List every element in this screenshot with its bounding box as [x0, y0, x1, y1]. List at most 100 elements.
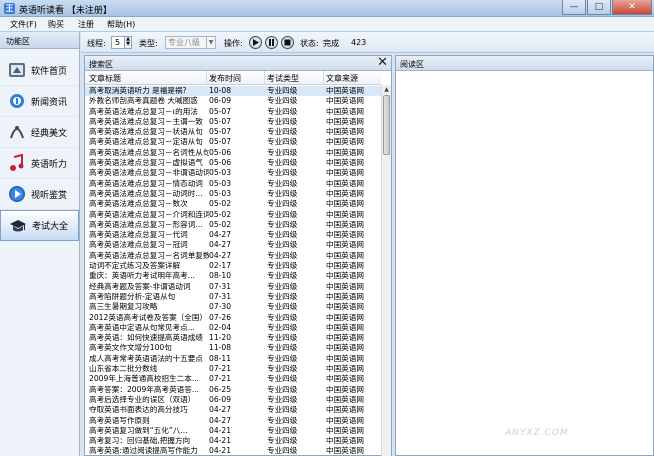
close-button[interactable]: ✕	[612, 0, 652, 15]
table-row[interactable]: 高考英语复习做到“五化”八... 04-21 专业四级 中国英语网	[85, 426, 381, 436]
table-row[interactable]: 高考英语法难点总复习－冠词 04-27 专业四级 中国英语网	[85, 240, 381, 250]
table-row[interactable]: 高考后选择专业的误区（双语） 06-09 专业四级 中国英语网	[85, 395, 381, 405]
table-row[interactable]: 高考英语法难点总复习－非谓语动词 05-03 专业四级 中国英语网	[85, 168, 381, 178]
cell-title: 高考英语法难点总复习－冠词	[89, 240, 188, 250]
cell-type: 专业四级	[267, 271, 298, 281]
scroll-thumb[interactable]	[383, 95, 390, 155]
table-row[interactable]: 高考英文作文增分100句 11-08 专业四级 中国英语网	[85, 343, 381, 353]
article-icon	[8, 123, 26, 141]
cell-type: 专业四级	[267, 394, 298, 404]
table-row[interactable]: 高考英语法难点总复习－情态动词 05-03 专业四级 中国英语网	[85, 179, 381, 189]
maximize-button[interactable]: □	[587, 0, 611, 15]
table-row[interactable]: 高考英语法难点总复习－虚拟语气 05-06 专业四级 中国英语网	[85, 158, 381, 168]
exam-type-select[interactable]: 专业八级 ▼	[165, 36, 216, 49]
table-row[interactable]: 2009年上海普通高校招生二本... 07-21 专业四级 中国英语网	[85, 374, 381, 384]
table-row[interactable]: 高考英语法难点总复习－状语从句 05-07 专业四级 中国英语网	[85, 127, 381, 137]
column-header-source[interactable]: 文章来源	[326, 73, 358, 84]
table-row[interactable]: 高考取消英语听力 是福是祸? 10-08 专业四级 中国英语网	[85, 86, 381, 97]
table-row[interactable]: 动词不定式练习及答案详解 02-17 专业四级 中国英语网	[85, 261, 381, 271]
vertical-scrollbar[interactable]: ▲	[381, 85, 391, 456]
stepper-arrows-icon[interactable]: ▲ ▼	[124, 37, 131, 48]
table-row[interactable]: 高考英语法难点总复习－ι的用法 05-07 专业四级 中国英语网	[85, 107, 381, 117]
cell-title: 高考答案：2009年高考英语答...	[89, 384, 200, 394]
sidebar-item-home[interactable]: 软件首页	[0, 55, 79, 86]
table-row[interactable]: 夺取英语书面表达的高分技巧 04-27 专业四级 中国英语网	[85, 405, 381, 415]
cell-date: 05-02	[209, 199, 232, 209]
play-button[interactable]	[249, 36, 262, 49]
cell-title: 动词不定式练习及答案详解	[89, 261, 181, 271]
stop-icon	[284, 39, 291, 46]
threads-stepper[interactable]: 5 ▲ ▼	[111, 36, 132, 49]
column-divider[interactable]	[264, 71, 265, 85]
sidebar-item-video[interactable]: 视听鉴赏	[0, 179, 79, 210]
cell-date: 07-31	[209, 291, 232, 301]
app-icon: 王	[4, 3, 15, 14]
table-row[interactable]: 高考英语法难点总复习－代词 04-27 专业四级 中国英语网	[85, 230, 381, 240]
cell-type: 专业四级	[267, 302, 298, 312]
cell-title: 高考后选择专业的误区（双语）	[89, 394, 196, 404]
column-divider[interactable]	[323, 71, 324, 85]
stop-button[interactable]	[281, 36, 294, 49]
cell-source: 中国英语网	[326, 219, 364, 229]
table-row[interactable]: 高考复习：回归基础,把握方向 04-21 专业四级 中国英语网	[85, 436, 381, 446]
table-row[interactable]: 高三生暑期复习攻略 07-30 专业四级 中国英语网	[85, 302, 381, 312]
menu-register[interactable]: 注册	[78, 19, 94, 30]
sidebar-item-news[interactable]: 新闻资讯	[0, 86, 79, 117]
cell-source: 中国英语网	[326, 364, 364, 374]
cell-title: 高考英语法难点总复习－动词时...	[89, 188, 203, 198]
table-row[interactable]: 高考英语写作原则 04-27 专业四级 中国英语网	[85, 416, 381, 426]
table-header: 文章标题 发布时间 考试类型 文章来源	[85, 71, 381, 85]
sidebar-item-articles[interactable]: 经典美文	[0, 117, 79, 148]
cell-source: 中国英语网	[326, 127, 364, 137]
table-row[interactable]: 成人高考常考英语语法的十五要点 08-11 专业四级 中国英语网	[85, 354, 381, 364]
table-row[interactable]: 高考英语法难点总复习－动词时... 05-03 专业四级 中国英语网	[85, 189, 381, 199]
minimize-button[interactable]: —	[562, 0, 586, 15]
cell-date: 06-09	[209, 96, 232, 106]
scroll-up-icon[interactable]: ▲	[382, 85, 391, 94]
cell-type: 专业四级	[267, 333, 298, 343]
home-icon	[8, 61, 26, 79]
menu-buy[interactable]: 购买	[48, 19, 64, 30]
pause-button[interactable]	[265, 36, 278, 49]
cell-source: 中国英语网	[326, 384, 364, 394]
table-row[interactable]: 高考陷阱题分析-定语从句 07-31 专业四级 中国英语网	[85, 292, 381, 302]
cell-title: 高考英语中定语从句常见考点...	[89, 322, 195, 332]
table-row[interactable]: 高考英语法难点总复习－数次 05-02 专业四级 中国英语网	[85, 199, 381, 209]
cell-source: 中国英语网	[326, 353, 364, 363]
table-row[interactable]: 重庆：英语听力考试明年高考... 08-10 专业四级 中国英语网	[85, 271, 381, 281]
cell-type: 专业四级	[267, 127, 298, 137]
cell-date: 08-11	[209, 353, 232, 363]
table-row[interactable]: 山东省本二批分数线 07-21 专业四级 中国英语网	[85, 364, 381, 374]
column-header-date[interactable]: 发布时间	[209, 73, 241, 84]
cell-type: 专业四级	[267, 425, 298, 435]
menu-file[interactable]: 文件(F)	[10, 19, 37, 30]
cell-title: 高考英语写作原则	[89, 415, 150, 425]
cell-date: 04-27	[209, 405, 232, 415]
cell-date: 05-03	[209, 178, 232, 188]
table-row[interactable]: 2012英语高考试卷及答案（全国） 07-26 专业四级 中国英语网	[85, 313, 381, 323]
cell-type: 专业四级	[267, 364, 298, 374]
table-row[interactable]: 高考答案：2009年高考英语答... 06-25 专业四级 中国英语网	[85, 385, 381, 395]
close-icon[interactable]: ✕	[377, 56, 388, 69]
title-bar[interactable]: 王 英语听读看 【未注册】 — □ ✕	[0, 0, 654, 17]
cell-type: 专业四级	[267, 188, 298, 198]
table-row[interactable]: 高考英语法难点总复习－介词和连词 05-02 专业四级 中国英语网	[85, 210, 381, 220]
sidebar-item-listening[interactable]: 英语听力	[0, 148, 79, 179]
table-row[interactable]: 经典高考题及答案-非谓语动词 07-31 专业四级 中国英语网	[85, 282, 381, 292]
table-row[interactable]: 高考英语法难点总复习－名词性从句 05-06 专业四级 中国英语网	[85, 148, 381, 158]
table-row[interactable]: 高考英语:通过阅读提高写作能力 04-21 专业四级 中国英语网	[85, 446, 381, 456]
table-row[interactable]: 高考英语：如何快速提高英语成绩 11-20 专业四级 中国英语网	[85, 333, 381, 343]
table-row[interactable]: 高考英语中定语从句常见考点... 02-04 专业四级 中国英语网	[85, 323, 381, 333]
column-header-type[interactable]: 考试类型	[267, 73, 299, 84]
cell-type: 专业四级	[267, 147, 298, 157]
sidebar-title: 功能区	[0, 32, 79, 49]
table-row[interactable]: 高考英语法难点总复习－形容词... 05-02 专业四级 中国英语网	[85, 220, 381, 230]
table-row[interactable]: 外教名师剖高考真题卷 大喊图惑 06-09 专业四级 中国英语网	[85, 96, 381, 106]
table-row[interactable]: 高考英语法难点总复习－定语从句 05-07 专业四级 中国英语网	[85, 137, 381, 147]
sidebar-item-exams[interactable]: 考试大全	[0, 210, 79, 241]
table-row[interactable]: 高考英语法难点总复习－主谓一致 05-07 专业四级 中国英语网	[85, 117, 381, 127]
table-row[interactable]: 高考英语法难点总复习－名词单复数 04-27 专业四级 中国英语网	[85, 251, 381, 261]
column-header-title[interactable]: 文章标题	[89, 73, 121, 84]
column-divider[interactable]	[206, 71, 207, 85]
menu-help[interactable]: 帮助(H)	[107, 19, 135, 30]
